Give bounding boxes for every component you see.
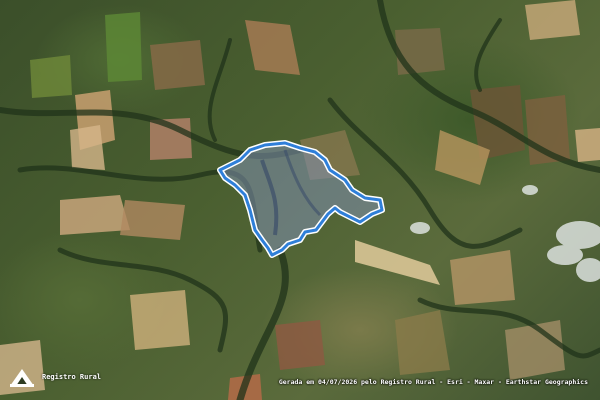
registro-rural-logo-icon <box>10 369 34 387</box>
property-boundary[interactable] <box>217 140 385 258</box>
satellite-map[interactable]: Registro Rural Gerada em 04/07/2026 pelo… <box>0 0 600 400</box>
map-attribution: Gerada em 04/07/2026 pelo Registro Rural… <box>278 378 588 386</box>
brand-label: Registro Rural <box>42 373 102 381</box>
terrain-layer <box>0 0 600 400</box>
registro-rural-branding: Registro Rural <box>8 366 101 388</box>
